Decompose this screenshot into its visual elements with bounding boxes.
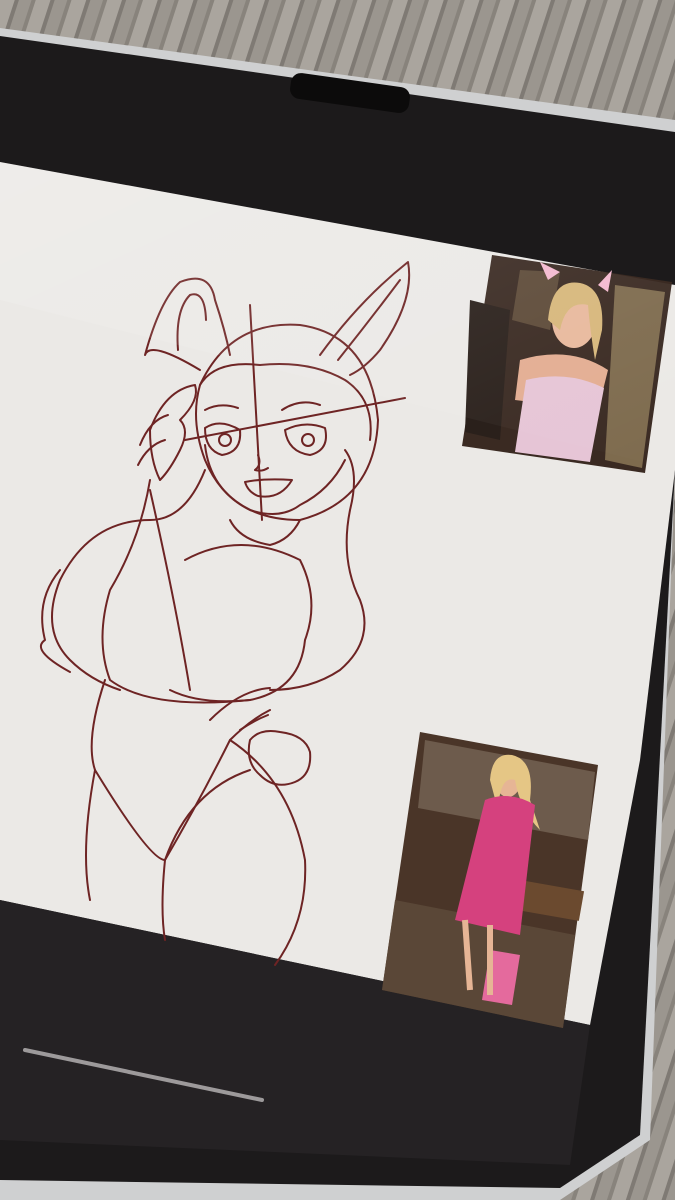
- reference-photo-bottom[interactable]: [382, 732, 598, 1028]
- photo-scene: [0, 0, 675, 1200]
- scene-svg: [0, 0, 675, 1200]
